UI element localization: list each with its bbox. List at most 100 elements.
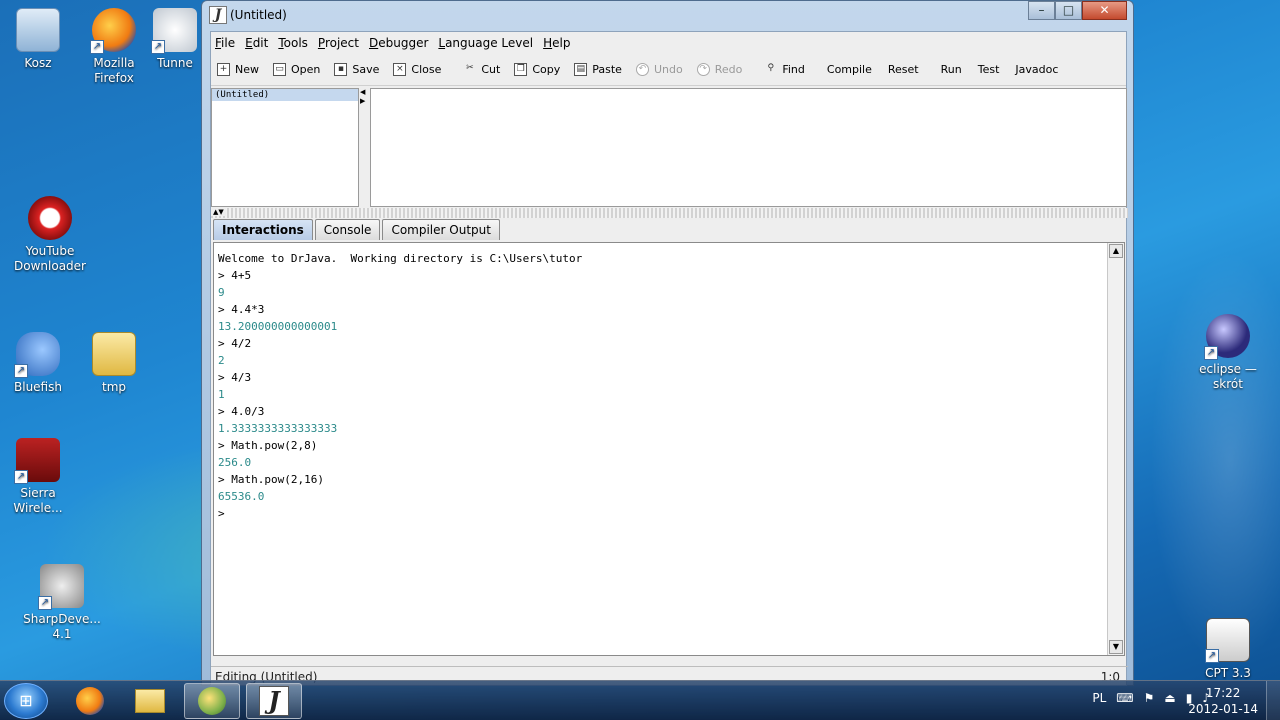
bluefish-icon: ↗ bbox=[14, 332, 60, 378]
usb-icon[interactable]: ⏏ bbox=[1164, 691, 1175, 705]
close-file-button[interactable]: × Close bbox=[393, 63, 441, 76]
horizontal-splitter[interactable]: ▲▼ bbox=[211, 208, 1128, 218]
interactions-pane[interactable]: Welcome to DrJava. Working directory is … bbox=[213, 242, 1125, 656]
windows-start-icon[interactable]: ⊞ bbox=[4, 683, 48, 719]
taskbar-explorer[interactable] bbox=[122, 683, 178, 719]
interactions-lines: Welcome to DrJava. Working directory is … bbox=[218, 250, 582, 522]
desktop-icon-label: Bluefish bbox=[14, 380, 62, 394]
undo-button-label: Undo bbox=[653, 63, 683, 76]
desktop-icon-sharpdevelop[interactable]: ↗ SharpDeve... 4.1 bbox=[22, 564, 102, 642]
menu-debugger[interactable]: Debugger bbox=[369, 36, 428, 50]
code-editor[interactable] bbox=[370, 88, 1127, 207]
desktop-icon-youtube-downloader[interactable]: YouTube Downloader bbox=[10, 196, 90, 274]
taskbar: ⊞ J PL ⌨ ⚑ ⏏ ▮ ♪ 17:22 2012-01-14 bbox=[0, 680, 1280, 720]
interaction-input: > 4.4*3 bbox=[218, 303, 265, 316]
interaction-result: 13.200000000000001 bbox=[218, 320, 338, 333]
maximize-button[interactable]: □ bbox=[1055, 1, 1082, 20]
desktop-icon-sierra[interactable]: ↗ Sierra Wirele... bbox=[0, 438, 78, 516]
new-button[interactable]: + New bbox=[217, 63, 259, 76]
taskbar-drjava[interactable]: J bbox=[246, 683, 302, 719]
toolbar: + New ▭ Open ▪ Save × Close ✂ Cut ❐ Copy ▤ Past… bbox=[211, 54, 1126, 86]
chevron-left-icon[interactable]: ◀ bbox=[360, 88, 370, 97]
open-button[interactable]: ▭ Open bbox=[273, 63, 320, 76]
cut-button-label: Cut bbox=[481, 63, 501, 76]
copy-button[interactable]: ❐ Copy bbox=[514, 63, 560, 76]
menu-project[interactable]: Project bbox=[318, 36, 359, 50]
menu-edit[interactable]: Edit bbox=[245, 36, 268, 50]
paste-button[interactable]: ▤ Paste bbox=[574, 63, 622, 76]
interaction-result: 65536.0 bbox=[218, 490, 265, 503]
desktop-icon-label: Kosz bbox=[24, 56, 52, 70]
save-button[interactable]: ▪ Save bbox=[334, 63, 379, 76]
compile-button[interactable]: Compile bbox=[827, 63, 872, 76]
sharpdevelop-icon: ↗ bbox=[38, 564, 84, 610]
javadoc-button[interactable]: Javadoc bbox=[1015, 63, 1058, 76]
paste-icon: ▤ bbox=[574, 63, 588, 76]
minimize-button[interactable]: – bbox=[1028, 1, 1055, 20]
desktop-icon-label: Sierra Wirele... bbox=[13, 486, 63, 515]
close-button[interactable]: ✕ bbox=[1082, 1, 1127, 20]
binoculars-icon: ⚲ bbox=[767, 63, 775, 73]
scroll-up-icon[interactable]: ▲ bbox=[1109, 244, 1123, 258]
document-list-item[interactable]: (Untitled) bbox=[212, 89, 358, 101]
menu-bar: File Edit Tools Project Debugger Languag… bbox=[211, 32, 1126, 54]
menu-file[interactable]: File bbox=[215, 36, 235, 50]
interaction-input: > 4/3 bbox=[218, 371, 252, 384]
scroll-down-icon[interactable]: ▼ bbox=[1109, 640, 1123, 654]
taskbar-firefox[interactable] bbox=[62, 683, 118, 719]
keyboard-icon[interactable]: ⌨ bbox=[1116, 691, 1133, 705]
firefox-icon bbox=[76, 687, 104, 715]
redo-button[interactable]: ↷ Redo bbox=[696, 63, 742, 76]
tab-console[interactable]: Console bbox=[314, 219, 381, 240]
test-button[interactable]: Test bbox=[978, 63, 1000, 76]
taskbar-clock[interactable]: 17:22 2012-01-14 bbox=[1188, 685, 1258, 717]
cpt-icon: ↗ bbox=[1205, 618, 1250, 663]
interaction-message: Welcome to DrJava. Working directory is … bbox=[218, 252, 583, 265]
clock-time: 17:22 bbox=[1205, 686, 1241, 700]
recycle-bin-icon bbox=[16, 8, 60, 52]
reset-button[interactable]: Reset bbox=[888, 63, 919, 76]
interaction-result: 9 bbox=[218, 286, 225, 299]
save-button-label: Save bbox=[352, 63, 380, 76]
desktop-icon-eclipse[interactable]: ↗ eclipse — skrót bbox=[1188, 314, 1268, 392]
desktop-icon-tmp[interactable]: tmp bbox=[74, 332, 154, 395]
find-button[interactable]: ⚲ Find bbox=[764, 63, 805, 76]
vertical-scrollbar[interactable]: ▲ ▼ bbox=[1107, 243, 1124, 655]
desktop-icon-tunnel[interactable]: ↗ Tunne bbox=[148, 8, 202, 71]
copy-icon: ❐ bbox=[514, 63, 528, 76]
tab-interactions[interactable]: Interactions bbox=[213, 219, 313, 240]
run-button[interactable]: Run bbox=[941, 63, 962, 76]
flag-icon[interactable]: ⚑ bbox=[1144, 691, 1155, 705]
menu-language-level[interactable]: Language Level bbox=[438, 36, 533, 50]
eclipse-icon: ↗ bbox=[1204, 314, 1250, 360]
desktop-icon-recycle-bin[interactable]: Kosz bbox=[0, 8, 78, 71]
drjava-window: J (Untitled) – □ ✕ File Edit Tools Proje… bbox=[201, 0, 1134, 686]
new-file-icon: + bbox=[217, 63, 230, 76]
menu-tools[interactable]: Tools bbox=[278, 36, 308, 50]
language-indicator[interactable]: PL bbox=[1092, 691, 1106, 705]
desktop-icon-label: Tunne bbox=[157, 56, 193, 70]
scissors-icon: ✂ bbox=[466, 63, 474, 73]
interaction-input: > 4+5 bbox=[218, 269, 252, 282]
document-list: (Untitled) bbox=[211, 88, 359, 207]
desktop-icon-firefox[interactable]: ↗ Mozilla Firefox bbox=[74, 8, 154, 86]
undo-button[interactable]: ↶ Undo bbox=[635, 63, 683, 76]
cut-button[interactable]: ✂ Cut bbox=[463, 63, 500, 76]
interaction-input: > Math.pow(2,16) bbox=[218, 473, 324, 486]
vertical-splitter[interactable]: ◀ ▶ bbox=[360, 88, 370, 207]
drjava-icon: J bbox=[209, 6, 227, 24]
tab-compiler-output[interactable]: Compiler Output bbox=[382, 219, 500, 240]
window-titlebar[interactable]: J (Untitled) – □ ✕ bbox=[202, 1, 1133, 31]
show-desktop-button[interactable] bbox=[1266, 681, 1280, 720]
desktop-icon-bluefish[interactable]: ↗ Bluefish bbox=[0, 332, 78, 395]
taskbar-pidgin[interactable] bbox=[184, 683, 240, 719]
desktop-icon-cpt[interactable]: ↗ CPT 3.3 bbox=[1188, 618, 1268, 681]
menu-help[interactable]: Help bbox=[543, 36, 570, 50]
interaction-result: 1 bbox=[218, 388, 225, 401]
paste-button-label: Paste bbox=[592, 63, 622, 76]
drjava-icon: J bbox=[259, 686, 289, 716]
editor-area: (Untitled) ◀ ▶ bbox=[211, 87, 1128, 207]
pidgin-icon bbox=[198, 687, 226, 715]
chevron-right-icon[interactable]: ▶ bbox=[360, 97, 370, 106]
splitter-arrows-icon[interactable]: ▲▼ bbox=[211, 208, 226, 216]
